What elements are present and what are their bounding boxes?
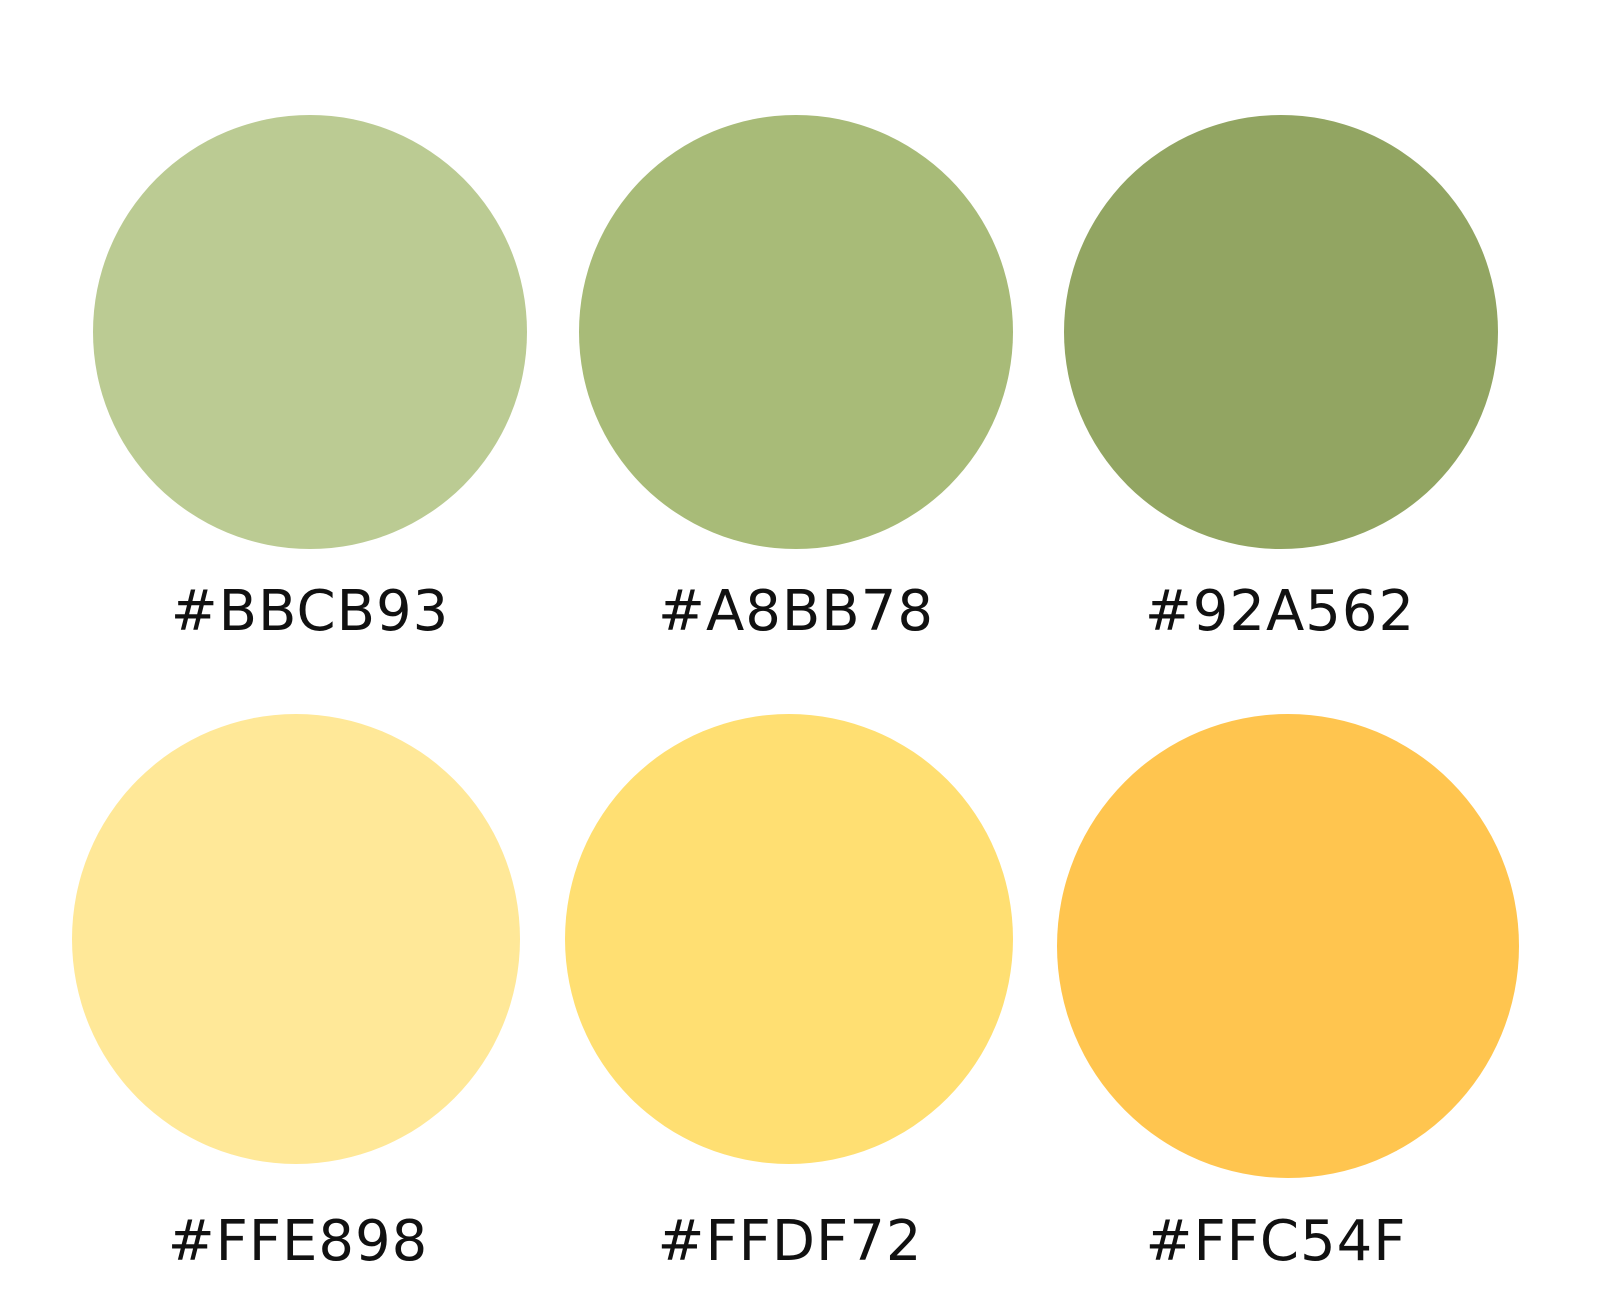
color-swatch-2 bbox=[579, 115, 1013, 549]
color-swatch-4 bbox=[72, 714, 520, 1164]
color-swatch-1 bbox=[93, 115, 527, 549]
color-code-label-4: #FFE898 bbox=[167, 1209, 429, 1274]
color-code-label-2: #A8BB78 bbox=[658, 579, 934, 644]
color-code-label-6: #FFC54F bbox=[1145, 1209, 1407, 1274]
color-code-label-5: #FFDF72 bbox=[657, 1209, 923, 1274]
color-swatch-3 bbox=[1064, 115, 1498, 549]
color-swatch-6 bbox=[1057, 714, 1519, 1178]
color-swatch-5 bbox=[565, 714, 1013, 1164]
color-code-label-3: #92A562 bbox=[1144, 579, 1416, 644]
color-palette: #BBCB93 #A8BB78 #92A562 #FFE898 #FFDF72 … bbox=[0, 0, 1600, 1299]
color-code-label-1: #BBCB93 bbox=[170, 579, 450, 644]
